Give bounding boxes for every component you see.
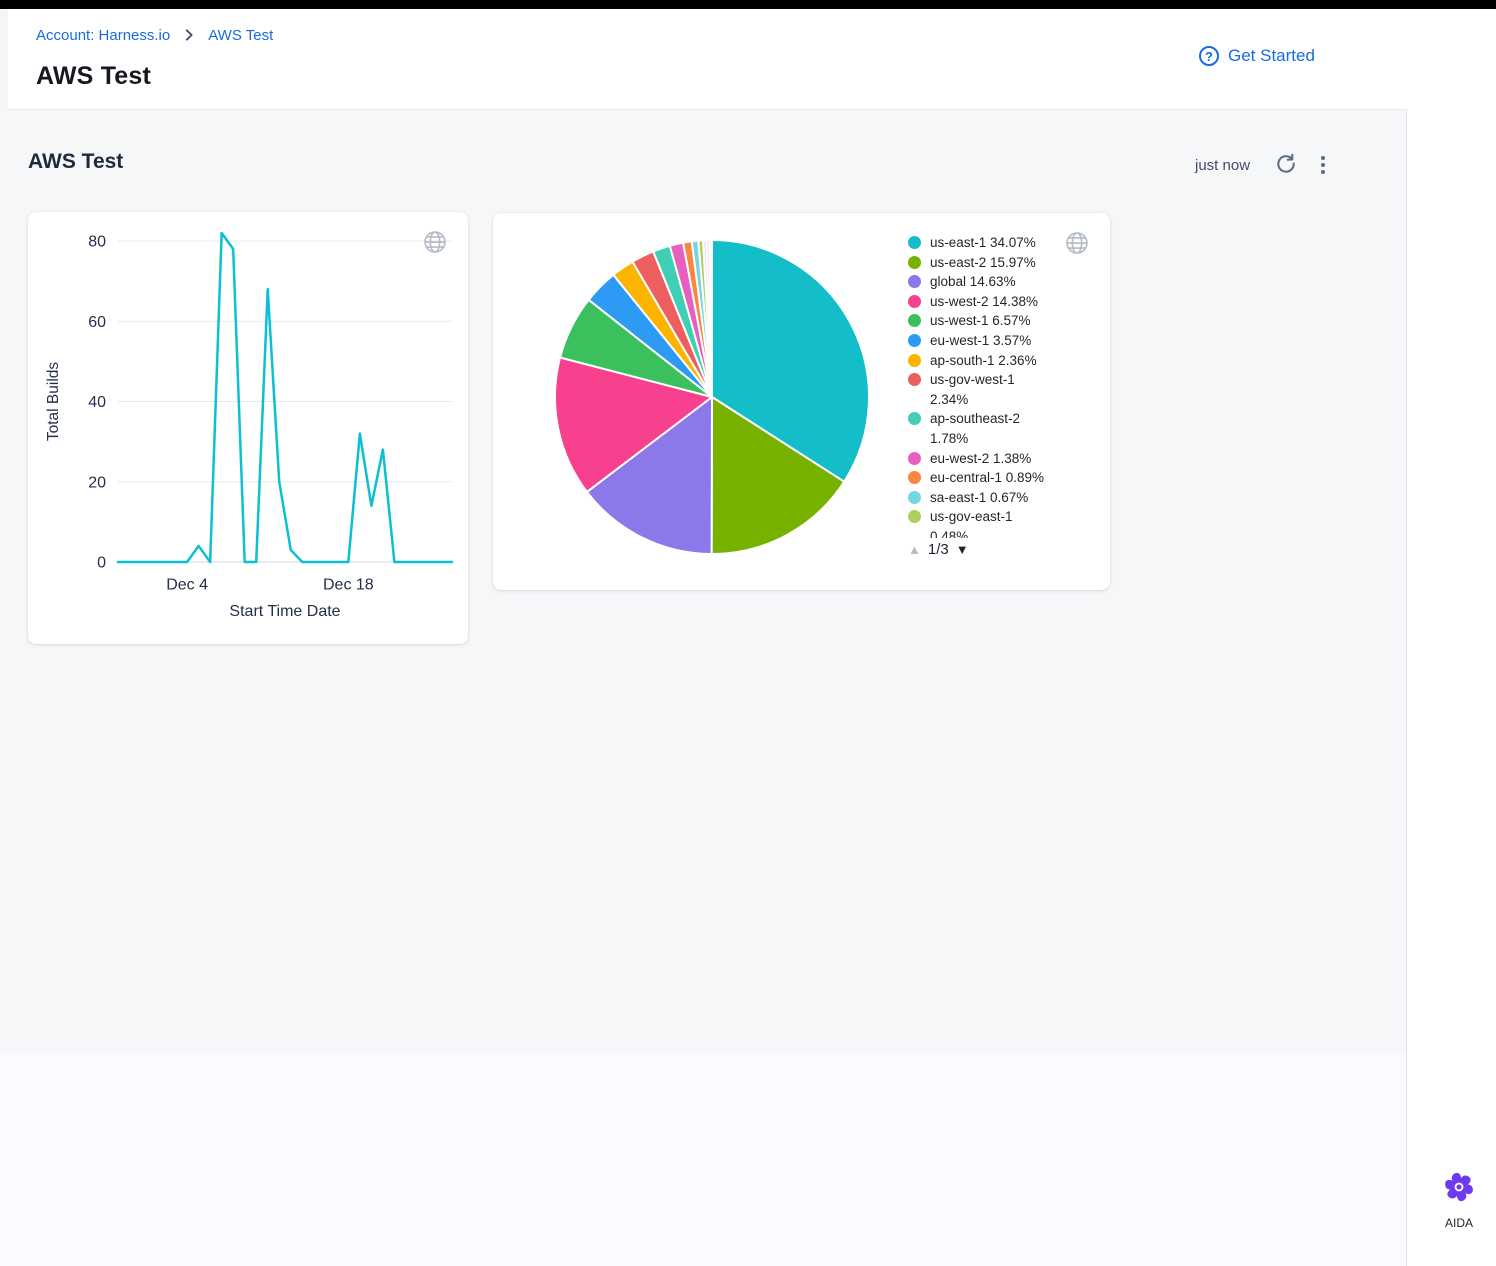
dashboard-title: AWS Test (28, 150, 123, 174)
legend-page-indicator: 1/3 (928, 541, 949, 558)
legend-item-us-west-1[interactable]: us-west-1 6.57% (908, 311, 1096, 331)
aida-button[interactable]: AIDA (1429, 1168, 1489, 1230)
refresh-button[interactable] (1274, 152, 1297, 178)
legend-label: ap-southeast-21.78% (930, 409, 1020, 448)
pie-legend: us-east-1 34.07%us-east-2 15.97%global 1… (908, 233, 1096, 538)
refresh-timestamp: just now (1195, 157, 1250, 174)
svg-text:0: 0 (97, 555, 106, 572)
legend-label: us-west-1 6.57% (930, 311, 1031, 331)
legend-pagination: ▲ 1/3 ▼ (908, 541, 969, 558)
page-title: AWS Test (36, 62, 151, 91)
legend-item-us-east-2[interactable]: us-east-2 15.97% (908, 253, 1096, 273)
svg-text:60: 60 (88, 314, 106, 331)
right-rail-divider (1406, 110, 1407, 1266)
refresh-icon (1274, 152, 1297, 178)
legend-label: eu-west-2 1.38% (930, 449, 1031, 469)
region-pie-chart-card: us-east-1 34.07%us-east-2 15.97%global 1… (493, 213, 1110, 590)
legend-item-ap-south-1[interactable]: ap-south-1 2.36% (908, 351, 1096, 371)
legend-item-us-gov-east-1[interactable]: us-gov-east-10.48% (908, 507, 1096, 538)
breadcrumb: Account: Harness.io AWS Test (36, 26, 273, 44)
aida-label: AIDA (1445, 1216, 1473, 1230)
legend-item-us-west-2[interactable]: us-west-2 14.38% (908, 292, 1096, 312)
chevron-right-icon (180, 26, 198, 44)
legend-dot (908, 236, 921, 249)
aida-pinwheel-icon (1440, 1168, 1478, 1211)
right-rail (1407, 9, 1496, 1266)
legend-dot (908, 471, 921, 484)
legend-dot (908, 275, 921, 288)
legend-label: us-gov-east-10.48% (930, 507, 1013, 538)
legend-label: global 14.63% (930, 272, 1016, 292)
legend-dot (908, 314, 921, 327)
legend-item-eu-west-1[interactable]: eu-west-1 3.57% (908, 331, 1096, 351)
legend-label: us-west-2 14.38% (930, 292, 1038, 312)
legend-item-eu-west-2[interactable]: eu-west-2 1.38% (908, 449, 1096, 469)
total-builds-chart-card: 0 20 40 60 80 Dec 4 Dec 18 Start Time Date Total… (28, 212, 468, 644)
get-started-label: Get Started (1228, 46, 1315, 66)
legend-label: eu-central-1 0.89% (930, 468, 1044, 488)
legend-dot (908, 295, 921, 308)
svg-text:20: 20 (88, 474, 106, 491)
dashboard-menu-button[interactable] (1321, 156, 1325, 174)
breadcrumb-account-link[interactable]: Account: Harness.io (36, 27, 170, 44)
legend-dot (908, 354, 921, 367)
kebab-menu-icon (1321, 156, 1325, 174)
left-edge-strip (0, 9, 8, 110)
svg-text:Dec 4: Dec 4 (166, 577, 208, 594)
page-lower-background (0, 1053, 1407, 1266)
legend-label: ap-south-1 2.36% (930, 351, 1037, 371)
legend-dot (908, 256, 921, 269)
svg-text:Total Builds: Total Builds (45, 362, 62, 442)
legend-label: us-east-2 15.97% (930, 253, 1036, 273)
legend-dot (908, 452, 921, 465)
breadcrumb-page-link[interactable]: AWS Test (208, 27, 273, 44)
svg-text:40: 40 (88, 394, 106, 411)
legend-page-down-button[interactable]: ▼ (956, 542, 969, 557)
globe-icon (422, 229, 448, 260)
top-black-bar (0, 0, 1496, 9)
legend-label: sa-east-1 0.67% (930, 488, 1028, 508)
legend-item-eu-central-1[interactable]: eu-central-1 0.89% (908, 468, 1096, 488)
legend-label: us-gov-west-12.34% (930, 370, 1015, 409)
svg-text:Start Time Date: Start Time Date (229, 603, 340, 620)
legend-dot (908, 412, 921, 425)
legend-dot (908, 373, 921, 386)
legend-item-sa-east-1[interactable]: sa-east-1 0.67% (908, 488, 1096, 508)
help-question-icon: ? (1199, 46, 1219, 66)
legend-dot (908, 491, 921, 504)
dashboard-meta: just now (1195, 150, 1325, 180)
region-pie-chart (493, 213, 933, 590)
legend-dot (908, 334, 921, 347)
legend-page-up-button[interactable]: ▲ (908, 542, 921, 557)
svg-text:80: 80 (88, 234, 106, 251)
get-started-link[interactable]: ? Get Started (1199, 46, 1315, 66)
legend-item-ap-southeast-2[interactable]: ap-southeast-21.78% (908, 409, 1096, 448)
legend-label: eu-west-1 3.57% (930, 331, 1031, 351)
legend-dot (908, 510, 921, 523)
total-builds-line-chart: 0 20 40 60 80 Dec 4 Dec 18 Start Time Date Total… (28, 212, 468, 644)
legend-label: us-east-1 34.07% (930, 233, 1036, 253)
legend-item-us-east-1[interactable]: us-east-1 34.07% (908, 233, 1096, 253)
svg-text:Dec 18: Dec 18 (323, 577, 374, 594)
legend-item-global[interactable]: global 14.63% (908, 272, 1096, 292)
legend-item-us-gov-west-1[interactable]: us-gov-west-12.34% (908, 370, 1096, 409)
